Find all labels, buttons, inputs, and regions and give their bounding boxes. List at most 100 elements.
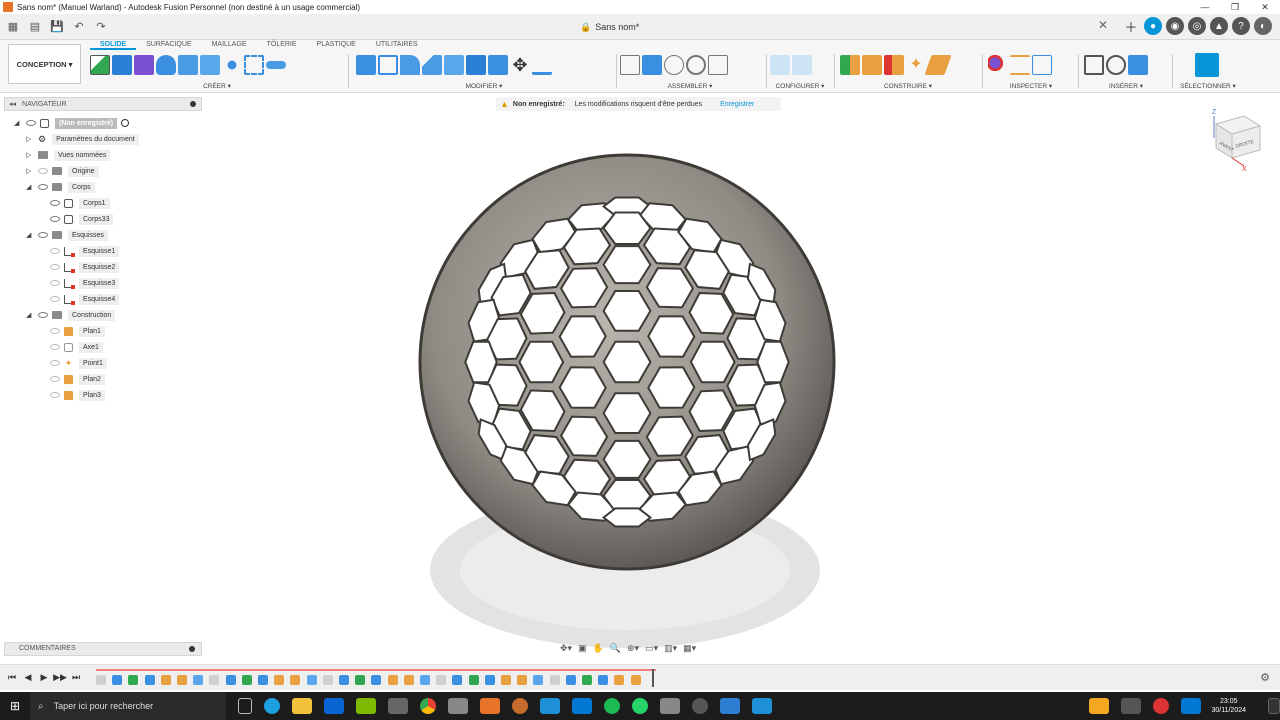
taskbar-search[interactable]: ⌕ Taper ici pour rechercher bbox=[30, 692, 226, 720]
timeline-feature[interactable] bbox=[533, 675, 544, 685]
group-label-inserer[interactable]: INSÉRER ▾ bbox=[1084, 82, 1168, 90]
visibility-icon[interactable] bbox=[50, 264, 60, 270]
visibility-icon[interactable] bbox=[50, 328, 60, 334]
job-status-icon[interactable]: ◉ bbox=[1166, 17, 1184, 35]
timeline-feature[interactable] bbox=[128, 675, 139, 685]
spotify-icon[interactable] bbox=[604, 698, 620, 714]
pipe-icon[interactable] bbox=[266, 61, 286, 69]
visibility-icon[interactable] bbox=[50, 376, 60, 382]
form-icon[interactable] bbox=[134, 55, 154, 75]
minimize-button[interactable]: — bbox=[1190, 0, 1220, 14]
orbit-icon[interactable]: ✥▾ bbox=[560, 643, 572, 654]
timeline-feature[interactable] bbox=[420, 675, 430, 685]
select-icon[interactable] bbox=[1195, 53, 1219, 77]
insert-derive-icon[interactable] bbox=[1084, 55, 1104, 75]
expand-icon[interactable]: ◢ bbox=[26, 183, 34, 191]
step-back-icon[interactable]: ◀ bbox=[20, 669, 36, 685]
timeline-marker[interactable] bbox=[652, 669, 654, 687]
fillet-icon[interactable] bbox=[400, 55, 420, 75]
grid-menu-icon[interactable]: ▦ bbox=[4, 18, 22, 36]
play-icon[interactable]: ▶ bbox=[36, 669, 52, 685]
viewcube[interactable]: Z AVANT DROITE X bbox=[1206, 104, 1266, 172]
document-tab[interactable]: 🔒 Sans nom* bbox=[580, 14, 639, 40]
task-view-icon[interactable] bbox=[238, 698, 252, 714]
expand-icon[interactable]: ◢ bbox=[26, 231, 34, 239]
profile-avatar[interactable]: ◐ bbox=[1254, 17, 1272, 35]
move-icon[interactable]: ✥ bbox=[510, 55, 530, 75]
offset-plane-icon[interactable] bbox=[840, 55, 860, 75]
timeline-feature[interactable] bbox=[322, 675, 333, 685]
tree-item-sketch1[interactable]: Esquisse1 bbox=[46, 245, 120, 257]
press-pull-icon[interactable] bbox=[356, 55, 376, 75]
expand-icon[interactable]: ▷ bbox=[26, 167, 34, 175]
chamfer-icon[interactable] bbox=[422, 55, 442, 75]
visibility-icon[interactable] bbox=[38, 232, 48, 238]
timeline-feature[interactable] bbox=[565, 675, 576, 685]
timeline-track[interactable] bbox=[96, 669, 656, 687]
split-icon[interactable] bbox=[488, 55, 508, 75]
maximize-button[interactable]: ❐ bbox=[1220, 0, 1250, 14]
timeline-feature[interactable] bbox=[371, 675, 382, 685]
timeline-feature[interactable] bbox=[209, 675, 220, 685]
timeline-feature[interactable] bbox=[614, 675, 625, 685]
help-icon[interactable]: ? bbox=[1232, 17, 1250, 35]
online-icon[interactable]: ◎ bbox=[1188, 17, 1206, 35]
timeline-settings-icon[interactable]: ⚙ bbox=[1260, 671, 1270, 684]
timeline-feature[interactable] bbox=[582, 675, 592, 685]
tab-surfacique[interactable]: SURFACIQUE bbox=[136, 40, 202, 50]
tree-item-plane3[interactable]: Plan3 bbox=[46, 389, 105, 401]
tab-tolerie[interactable]: TÔLERIE bbox=[257, 40, 307, 50]
timeline-feature[interactable] bbox=[403, 675, 414, 685]
tray-icon-3[interactable] bbox=[1153, 698, 1170, 714]
step-forward-icon[interactable]: ▶▶ bbox=[52, 669, 68, 685]
grid-icon[interactable]: ▥▾ bbox=[664, 643, 677, 654]
go-to-end-icon[interactable]: ⏭ bbox=[68, 669, 84, 685]
timeline-feature[interactable] bbox=[177, 675, 187, 685]
visibility-icon[interactable] bbox=[26, 120, 36, 126]
mail-icon[interactable] bbox=[324, 698, 344, 714]
group-label-selectionner[interactable]: SÉLECTIONNER ▾ bbox=[1176, 82, 1240, 90]
timeline-feature[interactable] bbox=[339, 675, 349, 685]
draft-icon[interactable] bbox=[444, 55, 464, 75]
measure-icon[interactable] bbox=[1010, 55, 1030, 75]
tree-item-body1[interactable]: Corps1 bbox=[46, 197, 110, 209]
undo-icon[interactable]: ↶ bbox=[70, 18, 88, 36]
zoom-window-icon[interactable]: ⊕▾ bbox=[627, 643, 639, 654]
tree-item-sketches[interactable]: ◢ Esquisses bbox=[26, 229, 108, 241]
collapse-icon[interactable]: ◂◂ bbox=[9, 100, 16, 108]
timeline-feature[interactable] bbox=[517, 675, 528, 685]
redo-icon[interactable]: ↷ bbox=[92, 18, 110, 36]
tree-item-plane2[interactable]: Plan2 bbox=[46, 373, 105, 385]
timeline-feature[interactable] bbox=[193, 675, 204, 685]
visibility-icon[interactable] bbox=[50, 296, 60, 302]
group-label-configurer[interactable]: CONFIGURER ▾ bbox=[770, 82, 830, 90]
save-link[interactable]: Enregistrer bbox=[720, 101, 754, 108]
tray-icon-1[interactable] bbox=[1089, 698, 1110, 714]
timeline-feature[interactable] bbox=[225, 675, 236, 685]
notification-center-icon[interactable] bbox=[1268, 698, 1280, 714]
timeline-feature[interactable] bbox=[468, 675, 479, 685]
taskbar-clock[interactable]: 23:05 30/11/2024 bbox=[1211, 697, 1246, 715]
timeline-feature[interactable] bbox=[484, 675, 495, 685]
contact-sets-icon[interactable] bbox=[708, 55, 728, 75]
activate-icon[interactable] bbox=[121, 119, 130, 127]
tree-item-sketch2[interactable]: Esquisse2 bbox=[46, 261, 120, 273]
tangent-plane-icon[interactable] bbox=[924, 55, 952, 75]
timeline-feature[interactable] bbox=[306, 675, 317, 685]
tree-item-construction[interactable]: ◢ Construction bbox=[26, 309, 116, 321]
group-label-construire[interactable]: CONSTRUIRE ▾ bbox=[840, 82, 976, 90]
tree-item-axis1[interactable]: Axe1 bbox=[46, 341, 103, 353]
tree-item-point1[interactable]: ✦ Point1 bbox=[46, 357, 107, 369]
loft-icon[interactable] bbox=[200, 55, 220, 75]
timeline-feature[interactable] bbox=[258, 675, 268, 685]
visibility-icon[interactable] bbox=[50, 344, 60, 350]
joint-icon[interactable] bbox=[642, 55, 662, 75]
tree-item-params[interactable]: ▷ ⚙ Paramètres du document bbox=[26, 133, 139, 145]
new-component-icon[interactable] bbox=[620, 55, 640, 75]
expand-icon[interactable]: ▷ bbox=[26, 135, 34, 143]
tree-item-plane1[interactable]: Plan1 bbox=[46, 325, 105, 337]
timeline-feature[interactable] bbox=[452, 675, 463, 685]
timeline-feature[interactable] bbox=[144, 675, 155, 685]
group-label-assembler[interactable]: ASSEMBLER ▾ bbox=[620, 82, 760, 90]
notifications-icon[interactable]: ▲ bbox=[1210, 17, 1228, 35]
